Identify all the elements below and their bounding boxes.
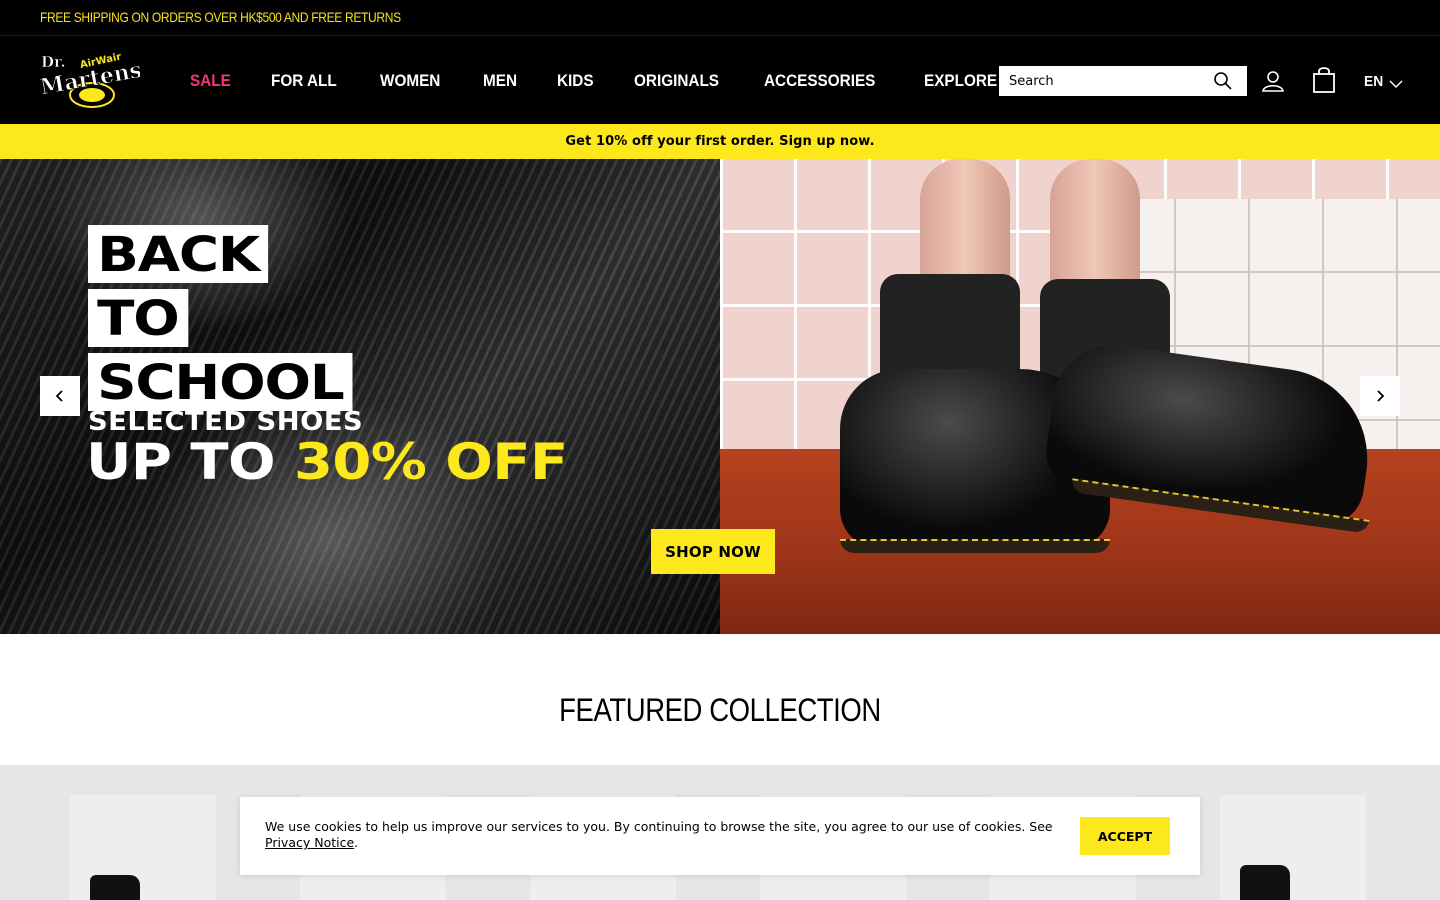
main-nav: SALE FOR ALL WOMEN MEN KIDS ORIGINALS AC… [190,69,1005,93]
chevron-down-icon [1389,76,1403,88]
cookie-suffix: . [354,835,359,850]
hero-offer-accent: 30% OFF [293,433,568,491]
nav-item-women[interactable]: WOMEN [380,69,440,93]
cookie-text: We use cookies to help us improve our se… [265,819,1055,851]
hero-headline-word: TO [88,289,188,347]
nav-item-explore[interactable]: EXPLORE [924,69,997,93]
hero-offer-prefix: UP TO [86,433,276,491]
chevron-left-icon [55,390,63,402]
nav-item-sale[interactable]: SALE [190,69,231,93]
language-label: EN [1364,72,1384,90]
nav-item-originals[interactable]: ORIGINALS [634,69,719,93]
language-selector[interactable]: EN [1364,70,1403,92]
search-icon[interactable] [1213,71,1233,91]
carousel-prev-button[interactable] [40,376,80,416]
nav-item-for-all[interactable]: FOR ALL [271,69,337,93]
featured-section: FEATURED COLLECTION [0,634,1440,765]
brand-logo[interactable]: Dr. Martens AirWair [38,51,144,109]
account-icon[interactable] [1261,69,1285,93]
cookie-message: We use cookies to help us improve our se… [265,819,1053,834]
bag-icon[interactable] [1312,67,1336,93]
featured-title: FEATURED COLLECTION [559,692,881,728]
hero-headline-word: BACK [88,225,269,283]
accept-cookies-button[interactable]: ACCEPT [1080,817,1170,855]
nav-item-accessories[interactable]: ACCESSORIES [764,69,875,93]
chevron-right-icon [1377,390,1385,402]
svg-text:Dr.: Dr. [41,53,66,71]
product-image [1240,865,1290,900]
promo-text: Get 10% off your first order. Sign up no… [565,134,875,149]
hero-headline-word: SCHOOL [88,353,353,411]
carousel-next-button[interactable] [1360,376,1400,416]
announcement-text: FREE SHIPPING ON ORDERS OVER HK$500 AND … [40,9,401,25]
logo-graphic: Dr. Martens AirWair [38,52,144,108]
product-card[interactable] [70,795,216,900]
announcement-bar: FREE SHIPPING ON ORDERS OVER HK$500 AND … [0,0,1440,36]
cookie-banner: We use cookies to help us improve our se… [240,797,1200,875]
hero-headline: BACK TO SCHOOL [88,225,353,417]
search-input[interactable] [999,66,1209,96]
hero-banner: BACK TO SCHOOL SELECTED SHOES UP TO 30% … [0,159,1440,634]
search-box [999,66,1247,96]
shop-now-button[interactable]: SHOP NOW [651,529,775,574]
site-header: Dr. Martens AirWair SALE FOR ALL WOMEN M… [0,36,1440,124]
nav-item-kids[interactable]: KIDS [557,69,594,93]
product-card[interactable] [1220,795,1366,900]
signup-promo-bar[interactable]: Get 10% off your first order. Sign up no… [0,124,1440,159]
privacy-notice-link[interactable]: Privacy Notice [265,835,354,850]
hero-offer: UP TO 30% OFF [86,433,568,491]
hero-image-right [720,159,1440,634]
nav-item-men[interactable]: MEN [483,69,517,93]
product-image [90,875,140,900]
